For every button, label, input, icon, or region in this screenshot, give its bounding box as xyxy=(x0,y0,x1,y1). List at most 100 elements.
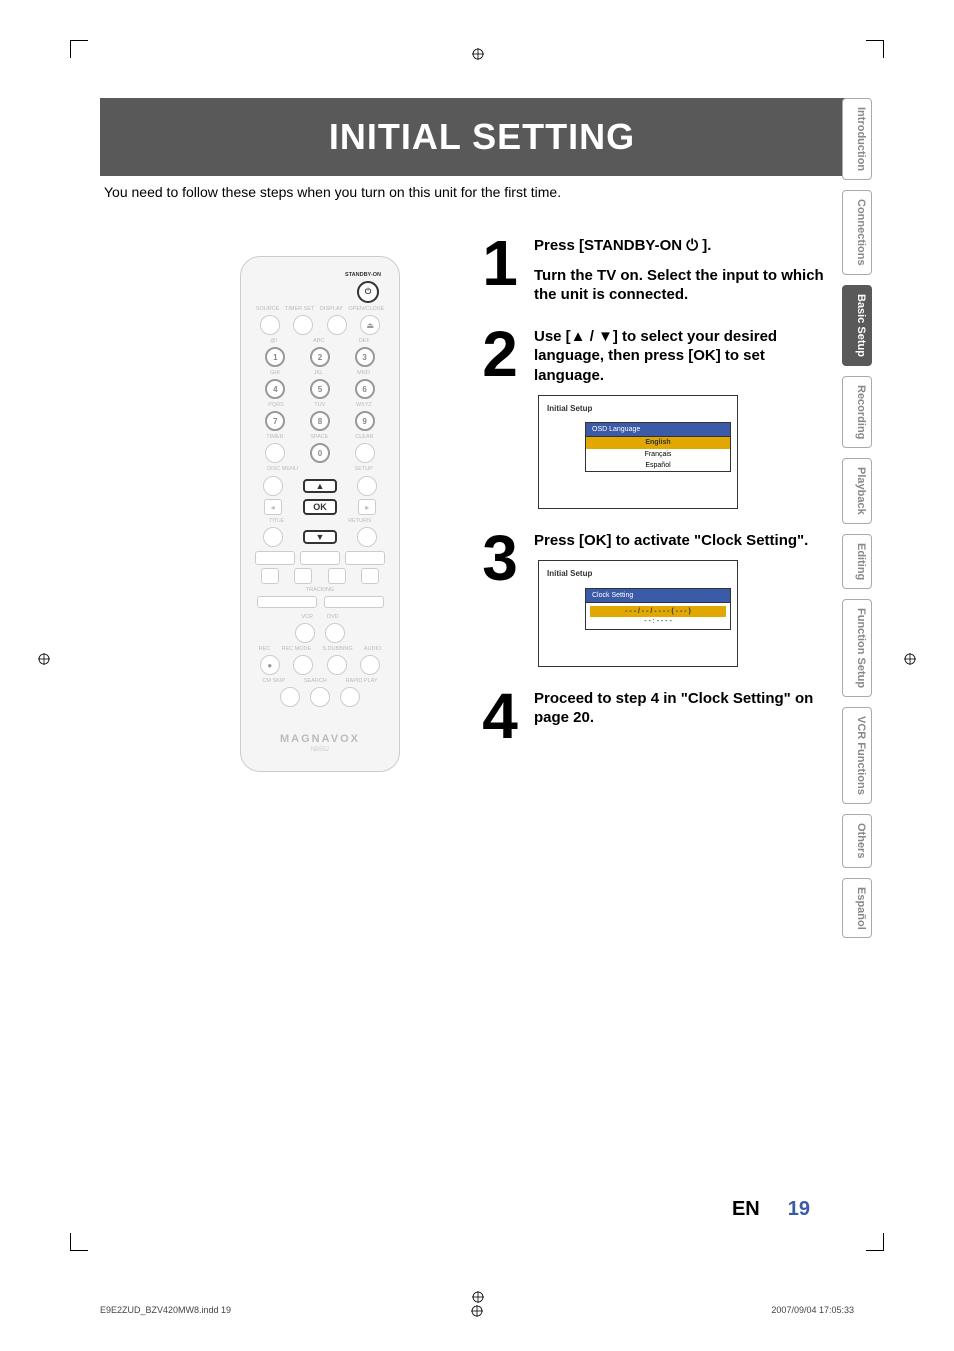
step-3: 3 Press [OK] to activate "Clock Setting"… xyxy=(476,531,824,667)
pause-icon xyxy=(261,568,279,584)
ok-button: OK xyxy=(303,499,337,515)
label: PQRS xyxy=(268,402,284,408)
crop-mark-icon xyxy=(70,1233,88,1251)
tab-espanol[interactable]: Español xyxy=(842,878,872,939)
tab-vcr-functions[interactable]: VCR Functions xyxy=(842,707,872,804)
tab-playback[interactable]: Playback xyxy=(842,458,872,524)
page-title-banner: INITIAL SETTING xyxy=(100,98,864,176)
step-number: 4 xyxy=(476,689,524,743)
step-3-text: Press [OK] to activate "Clock Setting". xyxy=(534,531,824,551)
ff-icon xyxy=(328,568,346,584)
key-0: 0 xyxy=(310,443,330,463)
key-8: 8 xyxy=(310,411,330,431)
label: DISC MENU xyxy=(267,466,298,472)
label: @!. xyxy=(270,338,279,344)
label: SEARCH xyxy=(304,678,327,684)
label: WXYZ xyxy=(356,402,372,408)
step-2: 2 Use [▲ / ▼] to select your desired lan… xyxy=(476,327,824,509)
step-1-line2: Turn the TV on. Select the input to whic… xyxy=(534,266,824,305)
label: TIMER SET xyxy=(285,306,314,312)
key-7: 7 xyxy=(265,411,285,431)
power-icon: ⏻ xyxy=(357,281,379,303)
step-number: 1 xyxy=(476,236,524,305)
label: SETUP xyxy=(355,466,373,472)
eject-icon: ⏏ xyxy=(360,315,380,335)
osd-heading: Clock Setting xyxy=(585,588,731,603)
osd-screenshot: Initial Setup Clock Setting - - - / - - … xyxy=(538,560,738,667)
right-arrow-icon: ▸ xyxy=(358,499,376,515)
step-number: 3 xyxy=(476,531,524,667)
page-footer: EN 19 xyxy=(732,1198,810,1221)
label: RETURN xyxy=(348,518,371,524)
label: DISPLAY xyxy=(320,306,343,312)
label: TUV xyxy=(314,402,325,408)
key-6: 6 xyxy=(355,379,375,399)
key-9: 9 xyxy=(355,411,375,431)
rew-icon xyxy=(294,568,312,584)
down-arrow-icon: ▼ xyxy=(303,530,337,544)
label: SPACE xyxy=(310,434,328,440)
brand-label: MAGNAVOX xyxy=(253,733,387,745)
osd-title: Initial Setup xyxy=(545,567,731,587)
footer-page-number: 19 xyxy=(788,1198,810,1221)
label: VCR xyxy=(301,614,313,620)
model-label: NB552 xyxy=(253,747,387,753)
tab-editing[interactable]: Editing xyxy=(842,534,872,589)
prev-icon xyxy=(255,551,295,565)
tab-recording[interactable]: Recording xyxy=(842,376,872,448)
osd-option-english: English xyxy=(586,437,730,448)
osd-screenshot: Initial Setup OSD Language English Franç… xyxy=(538,395,738,509)
label: SOURCE xyxy=(256,306,280,312)
tab-connections[interactable]: Connections xyxy=(842,190,872,275)
key-4: 4 xyxy=(265,379,285,399)
side-tab-strip: Introduction Connections Basic Setup Rec… xyxy=(842,98,872,938)
tracking-plus xyxy=(324,596,384,608)
osd-option-francais: Français xyxy=(586,449,730,460)
print-timestamp: 2007/09/04 17:05:33 xyxy=(771,1305,854,1315)
crop-mark-icon xyxy=(866,1233,884,1251)
osd-clock-time: - - : - - - - xyxy=(590,617,726,626)
step-1: 1 Press [STANDBY-ON ⏻ ]. Turn the TV on.… xyxy=(476,236,824,305)
tab-introduction[interactable]: Introduction xyxy=(842,98,872,180)
step-1-line1: Press [STANDBY-ON ⏻ ]. xyxy=(534,236,824,256)
remote-illustration: STANDBY-ON ⏻ SOURCETIMER SETDISPLAYOPEN/… xyxy=(240,256,400,772)
stop-icon xyxy=(361,568,379,584)
label: ABC xyxy=(313,338,324,344)
osd-option-espanol: Español xyxy=(586,460,730,471)
label: AUDIO xyxy=(364,646,381,652)
label: OPEN/CLOSE xyxy=(348,306,384,312)
label: GHI xyxy=(270,370,280,376)
label: TIMER xyxy=(266,434,283,440)
rec-icon: ● xyxy=(260,655,280,675)
label: S.DUBBING xyxy=(322,646,352,652)
key-2: 2 xyxy=(310,347,330,367)
tab-basic-setup[interactable]: Basic Setup xyxy=(842,285,872,366)
key-3: 3 xyxy=(355,347,375,367)
label: REC MODE xyxy=(282,646,312,652)
tracking-label: TRACKING xyxy=(253,587,387,593)
up-arrow-icon: ▲ xyxy=(303,479,337,493)
label: TITLE xyxy=(269,518,284,524)
label: JKL xyxy=(314,370,323,376)
tab-others[interactable]: Others xyxy=(842,814,872,867)
label: CM SKIP xyxy=(262,678,285,684)
osd-title: Initial Setup xyxy=(545,402,731,422)
crop-mark-icon xyxy=(866,40,884,58)
step-number: 2 xyxy=(476,327,524,509)
crop-mark-icon xyxy=(70,40,88,58)
key-5: 5 xyxy=(310,379,330,399)
left-arrow-icon: ◂ xyxy=(264,499,282,515)
tab-function-setup[interactable]: Function Setup xyxy=(842,599,872,697)
label: CLEAR xyxy=(355,434,373,440)
step-4: 4 Proceed to step 4 in "Clock Setting" o… xyxy=(476,689,824,743)
footer-lang: EN xyxy=(732,1198,760,1221)
label: MNO xyxy=(357,370,370,376)
label: REC xyxy=(259,646,271,652)
next-icon xyxy=(345,551,385,565)
step-2-text: Use [▲ / ▼] to select your desired langu… xyxy=(534,327,824,386)
label: RAPID PLAY xyxy=(346,678,378,684)
print-file: E9E2ZUD_BZV420MW8.indd 19 xyxy=(100,1305,231,1315)
label: DVD xyxy=(327,614,339,620)
label: DEF xyxy=(359,338,370,344)
registration-mark-icon xyxy=(472,1291,484,1303)
